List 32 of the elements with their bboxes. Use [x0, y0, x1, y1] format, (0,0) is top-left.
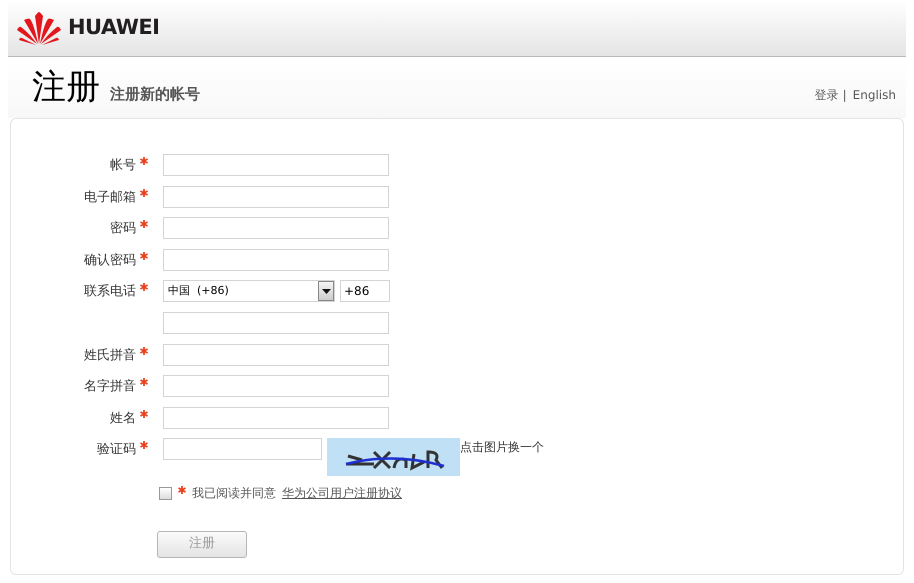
input-field[interactable] [163, 438, 322, 460]
field-label: 电子邮箱 [84, 188, 136, 207]
field-label: 姓名 [110, 410, 136, 428]
agreement-text: 我已阅读并同意 [192, 485, 276, 502]
logo-text: HUAWEI [68, 14, 160, 42]
input-field[interactable] [163, 186, 389, 208]
field-label: 帐号 [110, 157, 136, 175]
input-field[interactable]: +86 [340, 280, 390, 302]
input-field[interactable] [163, 406, 389, 429]
captcha-hint: 点击图片换一个 [460, 439, 544, 456]
agreement-link[interactable]: 华为公司用户注册协议 [282, 484, 402, 502]
field-label: 名字拼音 [84, 378, 136, 396]
input-field[interactable] [163, 375, 389, 398]
captcha-image[interactable] [327, 438, 460, 476]
page-subtitle: 注册新的帐号 [110, 87, 200, 104]
input-field[interactable] [163, 344, 389, 366]
input-field[interactable] [163, 217, 389, 240]
input-field[interactable] [163, 312, 389, 334]
field-label: 验证码 [97, 441, 136, 460]
input-field[interactable] [163, 248, 389, 271]
language-link[interactable]: English [852, 86, 896, 104]
page-title: 注册 [32, 70, 100, 104]
field-label: 联系电话 [84, 283, 136, 302]
field-label: 密码 [110, 220, 136, 238]
flower-logo-icon [16, 10, 62, 46]
login-link[interactable]: 登录 [814, 86, 839, 104]
field-label: 确认密码 [84, 252, 136, 270]
input-field[interactable] [163, 154, 389, 176]
field-label: 姓氏拼音 [84, 346, 136, 365]
country-select[interactable]: 中国 (+86) [163, 280, 335, 302]
agree-checkbox[interactable] [159, 486, 172, 500]
link-separator: | [842, 87, 847, 104]
